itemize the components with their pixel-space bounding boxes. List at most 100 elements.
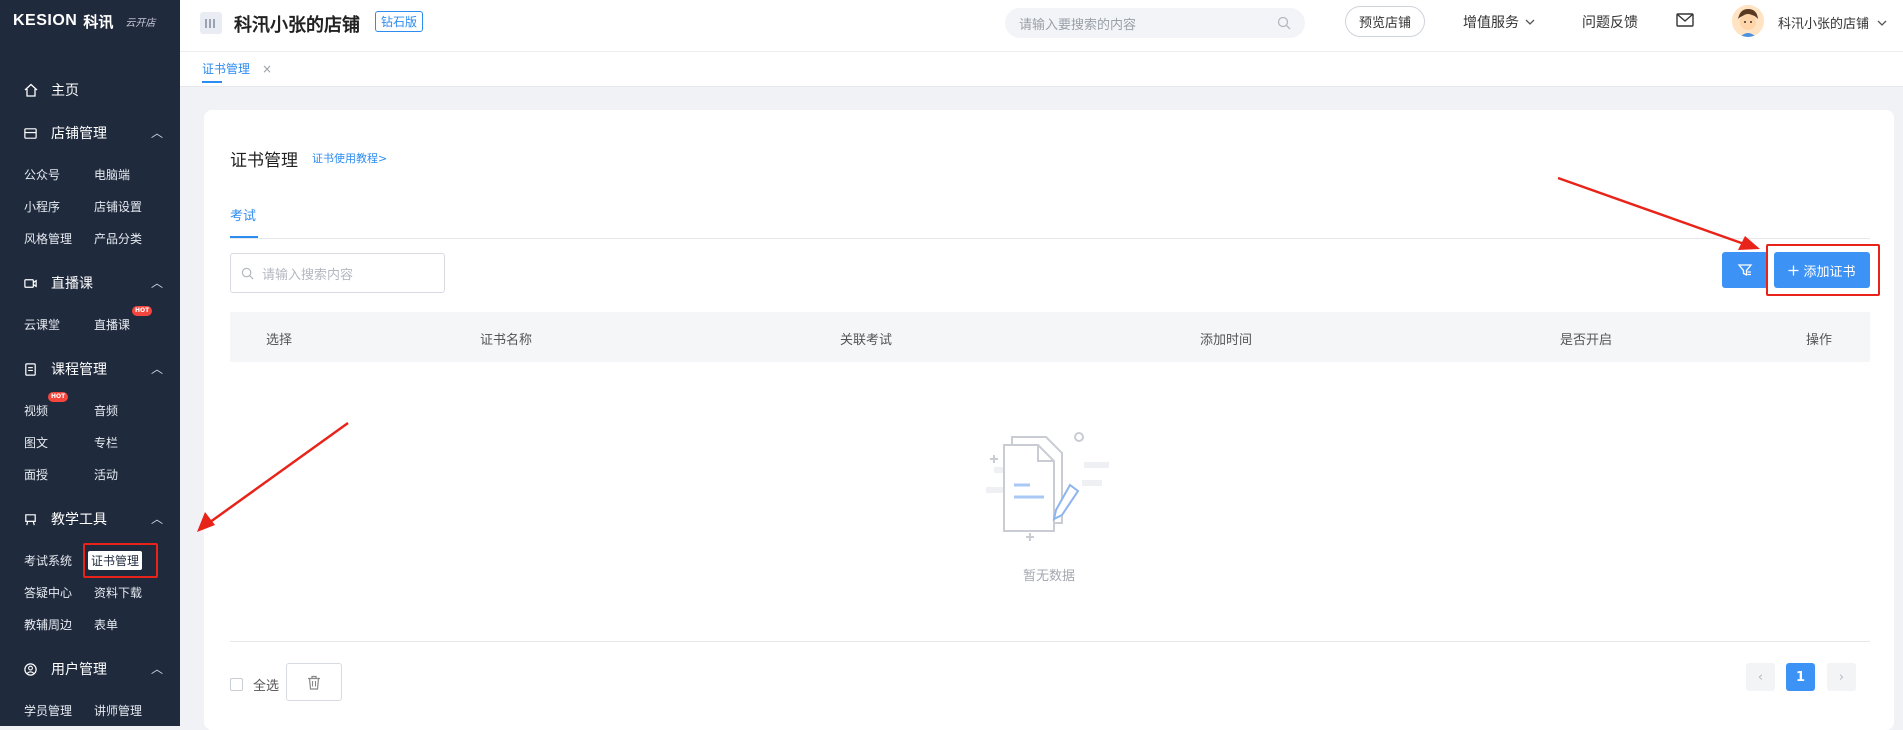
- top-bar: 科汛小张的店铺 钻石版 请输入要搜索的内容 预览店铺 增值服务 问题反馈 科汛小…: [180, 0, 1903, 52]
- section-label: 课程管理: [51, 362, 107, 378]
- column-header-name: 证书名称: [480, 333, 533, 348]
- home-icon: [24, 83, 38, 97]
- logo-brand: KESION: [13, 12, 78, 29]
- sidebar-item-style[interactable]: 风格管理: [24, 230, 72, 247]
- chevron-up-icon: ︿: [150, 276, 163, 290]
- value-services-label: 增值服务: [1463, 15, 1519, 31]
- tabs-bar: 证书管理 ×: [180, 52, 1903, 87]
- search-icon: [241, 267, 254, 279]
- trash-icon: [308, 675, 320, 690]
- sidebar-item-supplies[interactable]: 教辅周边: [24, 616, 72, 633]
- chevron-down-icon: [1877, 20, 1887, 26]
- logo-cn: 科讯: [83, 12, 114, 31]
- sidebar-item-pc[interactable]: 电脑端: [94, 166, 130, 183]
- main-card: 证书管理 证书使用教程> 考试 请输入搜索内容 添加证书 选择 证书名称 关联考…: [204, 110, 1894, 730]
- tab-divider: [230, 238, 1870, 239]
- tab-exam[interactable]: 考试: [230, 205, 256, 224]
- user-menu[interactable]: 科汛小张的店铺: [1778, 13, 1887, 32]
- pagination-prev[interactable]: ‹: [1746, 663, 1775, 691]
- sidebar-item-category[interactable]: 产品分类: [94, 230, 142, 247]
- search-placeholder: 请输入搜索内容: [262, 267, 354, 283]
- search-placeholder: 请输入要搜索的内容: [1019, 17, 1137, 33]
- tab-underline: [202, 81, 222, 83]
- sidebar-item-qa[interactable]: 答疑中心: [24, 584, 72, 601]
- empty-document-icon: [986, 432, 1109, 541]
- sidebar-item-column[interactable]: 专栏: [94, 434, 118, 451]
- store-icon: [23, 125, 39, 141]
- sidebar-item-downloads[interactable]: 资料下载: [94, 584, 142, 601]
- user-icon: [23, 661, 39, 677]
- annotation-highlight-box: [83, 543, 158, 578]
- sidebar-section-store[interactable]: 店铺管理 ︿: [23, 123, 163, 143]
- store-logo-icon: [200, 12, 222, 34]
- tutorial-link[interactable]: 证书使用教程>: [312, 150, 387, 166]
- section-label: 店铺管理: [51, 126, 107, 142]
- pagination-current-page[interactable]: 1: [1786, 663, 1815, 691]
- sidebar-section-users[interactable]: 用户管理 ︿: [23, 659, 163, 679]
- value-services-menu[interactable]: 增值服务: [1463, 12, 1535, 32]
- search-input[interactable]: 请输入搜索内容: [230, 253, 445, 293]
- user-name-label: 科汛小张的店铺: [1778, 17, 1870, 32]
- sidebar-item-article[interactable]: 图文: [24, 434, 48, 451]
- column-header-actions: 操作: [1806, 333, 1833, 348]
- sidebar-item-activity[interactable]: 活动: [94, 466, 118, 483]
- filter-icon: [1737, 264, 1753, 277]
- sidebar-item-form[interactable]: 表单: [94, 616, 118, 633]
- close-icon[interactable]: ×: [262, 62, 272, 76]
- sidebar: KESION 科讯 云开店 主页 店铺管理 ︿ 公众号 电脑端 小程序 店铺设置…: [0, 0, 180, 726]
- chevron-up-icon: ︿: [150, 512, 163, 526]
- checkbox[interactable]: [230, 678, 243, 691]
- sidebar-item-home[interactable]: 主页: [23, 80, 79, 100]
- tab-label: 证书管理: [202, 62, 251, 76]
- empty-state-text: 暂无数据: [1022, 569, 1075, 584]
- section-label: 用户管理: [51, 662, 107, 678]
- chevron-down-icon: [1525, 19, 1535, 25]
- filter-button[interactable]: [1722, 252, 1768, 288]
- sidebar-item-teachers[interactable]: 讲师管理: [94, 702, 142, 719]
- logo-sub: 云开店: [125, 17, 156, 29]
- sidebar-section-live[interactable]: 直播课 ︿: [23, 273, 163, 293]
- store-title: 科汛小张的店铺: [234, 15, 360, 36]
- select-all-label: 全选: [253, 679, 280, 694]
- chevron-up-icon: ︿: [150, 126, 163, 140]
- table-footer-divider: [230, 641, 1870, 642]
- sidebar-item-offline[interactable]: 面授: [24, 466, 48, 483]
- select-all-checkbox[interactable]: 全选: [230, 675, 279, 694]
- logo: KESION 科讯 云开店: [13, 10, 155, 32]
- delete-button[interactable]: [286, 663, 342, 701]
- sidebar-item-cloud-class[interactable]: 云课堂: [24, 316, 60, 333]
- teaching-icon: [23, 511, 39, 527]
- tier-badge: 钻石版: [375, 11, 424, 32]
- sidebar-item-live-class[interactable]: 直播课: [94, 316, 130, 333]
- sidebar-item-students[interactable]: 学员管理: [24, 702, 72, 719]
- avatar[interactable]: [1732, 5, 1764, 37]
- column-header-exam: 关联考试: [840, 333, 893, 348]
- column-header-select: 选择: [266, 333, 293, 348]
- section-label: 教学工具: [51, 512, 107, 528]
- feedback-link[interactable]: 问题反馈: [1582, 12, 1638, 32]
- sidebar-item-video[interactable]: 视频: [24, 402, 48, 419]
- sidebar-item-exam[interactable]: 考试系统: [24, 552, 72, 569]
- search-icon: [1277, 16, 1291, 30]
- tab-certificate[interactable]: 证书管理 ×: [202, 60, 272, 83]
- sidebar-item-audio[interactable]: 音频: [94, 402, 118, 419]
- chevron-up-icon: ︿: [150, 662, 163, 676]
- sidebar-section-course[interactable]: 课程管理 ︿: [23, 359, 163, 379]
- column-header-enabled: 是否开启: [1560, 333, 1613, 348]
- sidebar-item-store-settings[interactable]: 店铺设置: [94, 198, 142, 215]
- section-label: 直播课: [51, 276, 93, 292]
- column-header-added-time: 添加时间: [1200, 333, 1253, 348]
- mail-icon[interactable]: [1676, 13, 1694, 27]
- pagination-next[interactable]: ›: [1827, 663, 1856, 691]
- sidebar-item-miniapp[interactable]: 小程序: [24, 198, 60, 215]
- global-search-input[interactable]: 请输入要搜索的内容: [1005, 8, 1305, 38]
- tab-underline: [230, 236, 258, 238]
- course-icon: [23, 361, 39, 377]
- sidebar-item-official[interactable]: 公众号: [24, 166, 60, 183]
- preview-store-button[interactable]: 预览店铺: [1345, 6, 1425, 37]
- annotation-highlight-box: [1766, 244, 1880, 296]
- sidebar-section-teaching[interactable]: 教学工具 ︿: [23, 509, 163, 529]
- hot-badge: HOT: [48, 392, 69, 402]
- chevron-up-icon: ︿: [150, 362, 163, 376]
- hot-badge: HOT: [132, 306, 153, 316]
